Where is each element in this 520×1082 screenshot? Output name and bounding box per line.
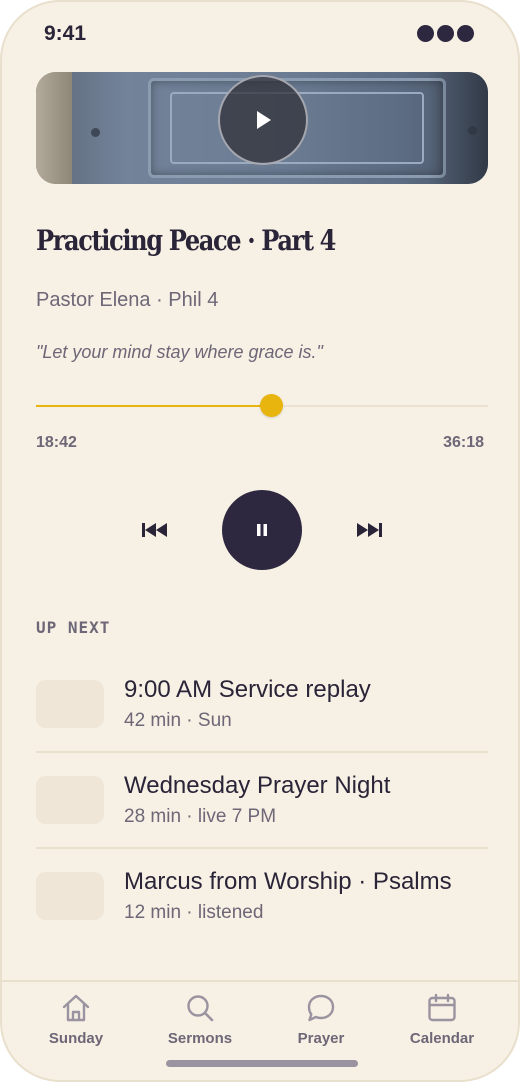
sermon-subtitle: Pastor Elena · Phil 4 — [36, 289, 219, 311]
queue-item-title: Wednesday Prayer Night — [124, 772, 391, 799]
tab-sunday[interactable]: Sunday — [24, 992, 128, 1052]
queue-item-title: 9:00 AM Service replay — [124, 676, 371, 703]
status-dot — [417, 25, 434, 42]
artwork-shade — [428, 72, 488, 184]
search-icon — [187, 995, 214, 1022]
status-indicators — [417, 25, 474, 42]
progress-thumb[interactable] — [260, 394, 284, 417]
home-indicator[interactable] — [166, 1060, 358, 1067]
queue-item[interactable]: 9:00 AM Service replay 42 min · Sun — [36, 656, 488, 752]
play-icon — [257, 111, 271, 129]
progress-fill — [36, 405, 272, 407]
sermon-title: Practicing Peace · Part 4 — [36, 224, 336, 257]
queue-item[interactable]: Marcus from Worship · Psalms 12 min · li… — [36, 848, 488, 944]
chat-bubble-icon — [307, 994, 335, 1022]
status-dot — [437, 25, 454, 42]
tab-label: Calendar — [409, 1030, 475, 1047]
tab-calendar[interactable]: Calendar — [390, 992, 494, 1052]
queue-item-title: Marcus from Worship · Psalms — [124, 868, 452, 895]
up-next-heading: UP NEXT — [36, 618, 111, 637]
skip-back-button[interactable] — [137, 512, 173, 548]
tab-label: Sunday — [48, 1030, 104, 1047]
total-duration: 36:18 — [443, 434, 484, 451]
sermon-artwork[interactable] — [36, 72, 488, 184]
skip-forward-button[interactable] — [351, 512, 387, 548]
tab-prayer[interactable]: Prayer — [269, 992, 373, 1052]
queue-item-meta: 28 min · live 7 PM — [124, 806, 277, 827]
calendar-icon — [428, 993, 456, 1022]
pause-icon — [257, 524, 267, 536]
pause-button[interactable] — [222, 490, 302, 570]
tab-label: Sermons — [167, 1030, 233, 1047]
skip-back-icon — [142, 523, 167, 537]
sermon-quote: "Let your mind stay where grace is." — [36, 342, 323, 362]
phone-screen: 9:41 Practicing Peace · Part 4 Pastor El… — [0, 0, 520, 1082]
tab-sermons[interactable]: Sermons — [148, 992, 252, 1052]
queue-thumbnail — [36, 872, 104, 920]
elapsed-time: 18:42 — [36, 434, 77, 451]
artwork-rivet — [91, 128, 100, 137]
status-dot — [457, 25, 474, 42]
queue-item-meta: 42 min · Sun — [124, 710, 232, 731]
tab-label: Prayer — [297, 1030, 345, 1047]
home-icon — [62, 994, 90, 1022]
skip-forward-icon — [357, 523, 382, 537]
queue-item-meta: 12 min · listened — [124, 902, 264, 923]
queue-item[interactable]: Wednesday Prayer Night 28 min · live 7 P… — [36, 752, 488, 848]
queue-thumbnail — [36, 776, 104, 824]
play-button[interactable] — [218, 75, 308, 165]
progress-track[interactable] — [36, 394, 488, 417]
artwork-wall — [36, 72, 72, 184]
queue-thumbnail — [36, 680, 104, 728]
status-time: 9:41 — [44, 22, 87, 45]
